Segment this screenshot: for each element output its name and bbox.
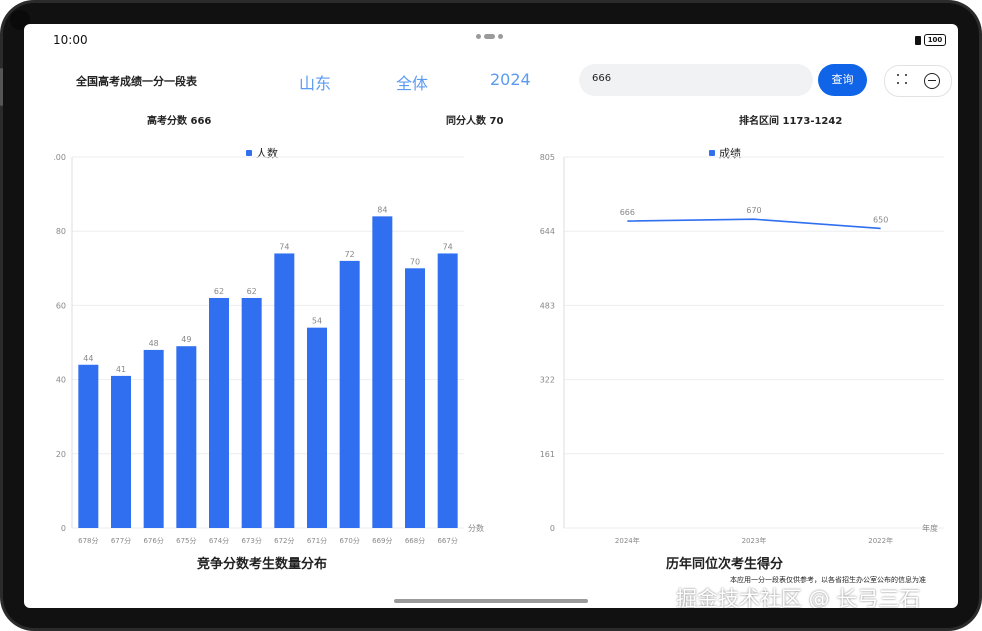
bar-data-label: 72 <box>345 250 355 259</box>
bar-data-label: 74 <box>279 242 289 251</box>
province-selector[interactable]: 山东 <box>299 70 331 94</box>
line-y-tick-label: 322 <box>540 376 555 385</box>
line-data-label: 650 <box>873 215 888 224</box>
line-data-label: 666 <box>620 208 635 217</box>
line-x-tick-label: 2024年 <box>615 536 640 545</box>
bar <box>274 253 295 528</box>
year-selector[interactable]: 2024 <box>490 70 531 89</box>
line-y-tick-label: 805 <box>540 153 555 162</box>
line-y-tick-label: 0 <box>550 524 555 533</box>
line-y-tick-label: 644 <box>540 227 555 236</box>
bar-y-tick-label: 20 <box>56 450 66 459</box>
line-data-label: 670 <box>746 206 761 215</box>
bar-data-label: 41 <box>116 365 126 374</box>
watermark: 掘金技术社区 @ 长弓三石 <box>676 587 921 608</box>
bar-x-tick-label: 672分 <box>274 536 294 545</box>
bar-data-label: 44 <box>83 354 93 363</box>
bar <box>78 364 99 528</box>
bar <box>143 349 164 528</box>
bar-x-tick-label: 670分 <box>339 536 359 545</box>
score-stat: 高考分数 666 <box>147 116 212 127</box>
bar <box>209 297 229 528</box>
status-battery: 100 <box>915 34 946 46</box>
score-line <box>627 218 881 230</box>
bar-chart-title: 竞争分数考生数量分布 <box>197 557 328 572</box>
bar-data-label: 62 <box>247 287 257 296</box>
bar-data-label: 49 <box>181 335 191 344</box>
app-capsule <box>884 65 952 97</box>
bar-x-tick-label: 671分 <box>307 536 327 545</box>
search-input-value: 666 <box>592 73 612 84</box>
bar-x-tick-label: 675分 <box>176 536 196 545</box>
same-count-stat: 同分人数 70 <box>446 116 504 127</box>
home-indicator[interactable] <box>394 599 588 603</box>
bar-x-tick-label: 678分 <box>78 536 98 545</box>
bar-x-tick-label: 676分 <box>143 536 163 545</box>
bar <box>241 297 262 528</box>
bar-x-tick-label: 674分 <box>209 536 229 545</box>
bar-y-tick-label: 40 <box>56 376 66 385</box>
bar-y-tick-label: 0 <box>61 524 66 533</box>
line-x-tick-label: 2022年 <box>868 536 893 545</box>
bar <box>307 327 327 528</box>
bar-data-label: 48 <box>149 339 159 348</box>
bar <box>111 375 131 528</box>
screen: 10:00 100 全国高考成绩一分一段表 山东 全体 2024 666 查询 … <box>24 24 958 608</box>
app-title: 全国高考成绩一分一段表 <box>76 75 197 88</box>
lock-icon <box>915 35 921 45</box>
bar-data-label: 54 <box>312 317 322 326</box>
rank-range-stat: 排名区间 1173-1242 <box>739 116 843 127</box>
bar-data-label: 62 <box>214 287 224 296</box>
bar-x-tick-label: 673分 <box>241 536 261 545</box>
line-y-tick-label: 483 <box>540 301 555 310</box>
bar-x-tick-label: 669分 <box>372 536 392 545</box>
line-x-tick-label: 2023年 <box>742 536 767 545</box>
multitask-indicator[interactable] <box>476 34 503 39</box>
bar-y-tick-label: 100 <box>54 153 66 162</box>
line-chart-title: 历年同位次考生得分 <box>666 557 784 572</box>
bar <box>372 216 393 529</box>
bar-data-label: 84 <box>377 205 387 214</box>
bar-data-label: 74 <box>443 242 453 251</box>
status-time: 10:00 <box>53 33 88 47</box>
bar-chart: 0 20 40 60 80 100 44 678分 41 677分 48 676分 49 675分 62 67… <box>54 153 484 545</box>
category-selector[interactable]: 全体 <box>396 70 428 94</box>
bar <box>339 260 360 528</box>
bar-x-tick-label: 667分 <box>437 536 457 545</box>
bar-y-tick-label: 60 <box>56 301 66 310</box>
bar-x-tick-label: 677分 <box>111 536 131 545</box>
grid-dots-icon[interactable] <box>897 74 909 86</box>
search-input[interactable]: 666 <box>579 64 813 96</box>
bar <box>176 346 197 528</box>
line-y-tick-label: 161 <box>540 450 555 459</box>
bar <box>437 253 458 528</box>
bar-x-tick-label: 668分 <box>405 536 425 545</box>
bar-x-axis-label: 分数 <box>468 523 484 533</box>
search-button[interactable]: 查询 <box>818 64 867 96</box>
bar <box>405 268 425 528</box>
minus-circle-icon[interactable] <box>924 73 940 89</box>
battery-icon: 100 <box>924 34 946 46</box>
bar-data-label: 70 <box>410 257 420 266</box>
line-chart: 0 161 322 483 644 805 666 2024年 670 2023年 650 2022年… <box>540 153 944 545</box>
bar-y-tick-label: 80 <box>56 227 66 236</box>
line-x-axis-label: 年度 <box>922 523 938 533</box>
